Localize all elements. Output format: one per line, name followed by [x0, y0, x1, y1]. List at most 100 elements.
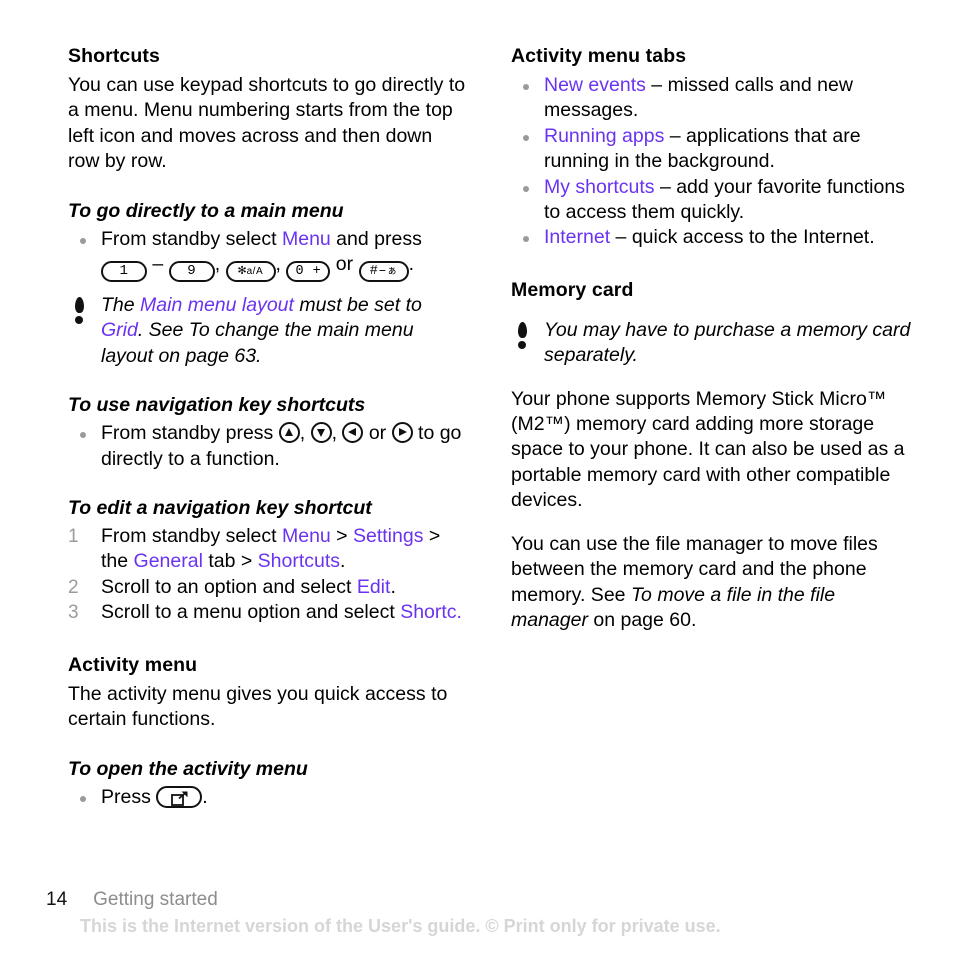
- exclamation-icon: [73, 297, 86, 327]
- memory-card-paragraph-1: Your phone supports Memory Stick Micro™ …: [511, 387, 905, 512]
- procedure-steps-nav-shortcuts: From standby press , , or to go directly…: [68, 421, 468, 472]
- note-text-2: must be set to: [293, 294, 422, 317]
- link-internet[interactable]: Internet: [544, 226, 610, 248]
- link-edit[interactable]: Edit: [357, 576, 391, 598]
- key-zero-icon: 0 +: [286, 261, 331, 283]
- key-hash-dash: –: [378, 264, 387, 280]
- link-new-events[interactable]: New events: [544, 74, 646, 96]
- list-item: 1 From standby select Menu > Settings > t…: [68, 524, 468, 575]
- exclamation-icon: [516, 321, 529, 352]
- trailing-period: .: [408, 253, 414, 276]
- note-text-1: The: [101, 294, 141, 317]
- step-text: From standby select: [101, 525, 282, 548]
- key-hash-icon: #–ぁ: [358, 261, 409, 283]
- step-number: 3: [68, 602, 79, 624]
- footer-main-line: 14 Getting started: [46, 888, 926, 912]
- step-text-tab: tab >: [202, 550, 258, 573]
- step-text: Scroll to a menu option and select: [101, 601, 401, 624]
- step-number: 1: [68, 526, 79, 548]
- step-period: .: [340, 550, 346, 573]
- link-main-menu-layout[interactable]: Main menu layout: [140, 294, 294, 316]
- press-text: Press: [101, 785, 157, 808]
- press-period: .: [202, 785, 208, 808]
- section-heading-activity-menu: Activity menu: [68, 653, 198, 676]
- list-item: My shortcuts – add your favorite functio…: [511, 175, 911, 226]
- procedure-title-edit-nav-shortcut: To edit a navigation key shortcut: [68, 497, 372, 520]
- link-general[interactable]: General: [134, 550, 203, 572]
- link-menu[interactable]: Menu: [282, 228, 331, 250]
- section-heading-memory-card: Memory card: [511, 278, 634, 301]
- step-text-mid: and press: [330, 227, 422, 250]
- key-star-icon: ✻a/A: [225, 261, 276, 283]
- key-9-icon: 9: [168, 261, 215, 283]
- step-separator: >: [330, 525, 353, 548]
- activity-glyph-icon: [171, 790, 188, 806]
- navigation-key-left-icon: [342, 422, 364, 444]
- manual-page: Shortcuts You can use keypad shortcuts t…: [0, 0, 954, 954]
- list-item: 3 Scroll to a menu option and select Shor…: [68, 600, 468, 625]
- procedure-steps-edit-nav-shortcut: 1 From standby select Menu > Settings > t…: [68, 524, 468, 626]
- shortcuts-intro-paragraph: You can use keypad shortcuts to go direc…: [68, 74, 466, 173]
- note-main-menu-layout: The Main menu layout must be set to Grid…: [68, 293, 468, 369]
- link-grid[interactable]: Grid: [101, 319, 138, 341]
- list-item: From standby select Menu and press 1 – 9…: [68, 227, 468, 283]
- link-running-apps[interactable]: Running apps: [544, 125, 664, 147]
- list-item: Internet – quick access to the Internet.: [511, 225, 911, 250]
- activity-menu-intro-paragraph: The activity menu gives you quick access…: [68, 682, 448, 731]
- procedure-title-nav-shortcuts: To use navigation key shortcuts: [68, 394, 366, 417]
- list-item: Running apps – applications that are run…: [511, 124, 911, 175]
- note-text: You may have to purchase a memory card s…: [544, 318, 911, 367]
- list-item: New events – missed calls and new messag…: [511, 73, 911, 124]
- separator-comma-2: ,: [275, 253, 287, 276]
- link-my-shortcuts[interactable]: My shortcuts: [544, 176, 655, 198]
- activity-menu-tabs-list: New events – missed calls and new messag…: [511, 73, 911, 251]
- separator-comma-1: ,: [214, 253, 226, 276]
- procedure-title-open-activity-menu: To open the activity menu: [68, 757, 308, 780]
- link-settings[interactable]: Settings: [353, 525, 423, 547]
- section-heading-activity-menu-tabs: Activity menu tabs: [511, 45, 687, 67]
- internet-version-watermark: This is the Internet version of the User…: [80, 916, 721, 936]
- procedure-steps-open-activity-menu: Press .: [68, 785, 468, 810]
- link-menu[interactable]: Menu: [282, 525, 331, 547]
- right-column: Activity menu tabs New events – missed c…: [511, 44, 911, 633]
- nav-step-text-1: From standby press: [101, 422, 279, 445]
- list-item: From standby press , , or to go directly…: [68, 421, 468, 472]
- procedure-title-main-menu: To go directly to a main menu: [68, 199, 344, 222]
- procedure-steps-main-menu: From standby select Menu and press 1 – 9…: [68, 227, 468, 283]
- page-number: 14: [46, 889, 68, 910]
- note-text-3: . See To change the main menu layout on …: [101, 319, 414, 367]
- section-heading-shortcuts: Shortcuts: [68, 45, 160, 67]
- link-shortcuts[interactable]: Shortcuts: [258, 550, 340, 572]
- separator-3: or: [363, 422, 392, 445]
- tab-description: – quick access to the Internet.: [610, 226, 875, 249]
- key-1-icon: 1: [101, 261, 147, 283]
- chapter-name: Getting started: [93, 889, 218, 910]
- step-period: .: [390, 575, 396, 598]
- navigation-key-down-icon: [310, 422, 332, 444]
- navigation-key-right-icon: [391, 422, 413, 444]
- list-item: 2 Scroll to an option and select Edit.: [68, 575, 468, 600]
- note-memory-card-purchase: You may have to purchase a memory card s…: [511, 318, 911, 369]
- para-text-2: on page 60.: [587, 608, 697, 631]
- key-range-dash: –: [152, 253, 164, 276]
- step-number: 2: [68, 576, 79, 598]
- step-text-prefix: From standby select: [101, 227, 282, 250]
- conjunction-or: or: [330, 253, 359, 276]
- separator-1: ,: [299, 422, 311, 445]
- navigation-key-up-icon: [278, 422, 300, 444]
- activity-key-icon: [156, 785, 203, 808]
- list-item: Press .: [68, 785, 468, 810]
- page-footer: 14 Getting started This is the Internet v…: [46, 888, 926, 938]
- separator-2: ,: [331, 422, 343, 445]
- link-shortc[interactable]: Shortc.: [400, 601, 462, 623]
